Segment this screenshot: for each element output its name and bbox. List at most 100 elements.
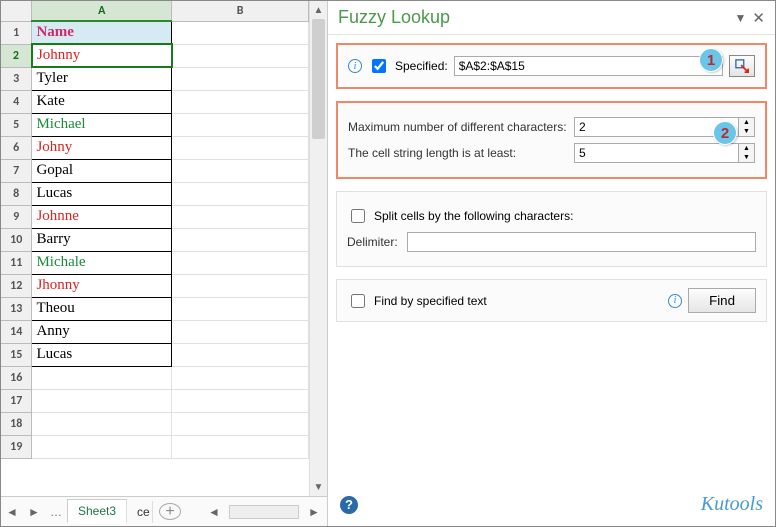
row-header[interactable]: 5 [1, 113, 32, 136]
column-header[interactable]: A [32, 1, 172, 21]
tab-nav-more[interactable]: … [45, 505, 67, 519]
cell[interactable] [172, 320, 309, 343]
cell[interactable]: Lucas [32, 182, 172, 205]
cell[interactable] [172, 182, 309, 205]
hscroll-track[interactable] [229, 505, 299, 519]
cell[interactable] [172, 136, 309, 159]
cell[interactable]: Anny [32, 320, 172, 343]
spin-up-icon[interactable]: ▲ [739, 144, 754, 153]
cell[interactable]: Tyler [32, 67, 172, 90]
row-header[interactable]: 6 [1, 136, 32, 159]
panel-dropdown-icon[interactable]: ▼ [735, 11, 747, 25]
params-section: Maximum number of different characters: … [336, 101, 767, 179]
add-sheet-button[interactable]: + [159, 503, 181, 520]
brand-logo: Kutools [701, 493, 763, 516]
specified-checkbox[interactable] [372, 59, 386, 73]
split-checkbox[interactable] [351, 209, 365, 223]
row-header[interactable]: 2 [1, 44, 32, 67]
hscroll-left[interactable]: ◄ [205, 505, 223, 519]
row-header[interactable]: 14 [1, 320, 32, 343]
cell[interactable]: Michael [32, 113, 172, 136]
cell[interactable] [32, 366, 172, 389]
spin-down-icon[interactable]: ▼ [739, 127, 754, 136]
specified-range-input[interactable] [454, 56, 723, 76]
scroll-up-icon[interactable]: ▲ [310, 1, 327, 19]
row-header[interactable]: 19 [1, 435, 32, 458]
scroll-thumb[interactable] [312, 19, 325, 139]
sheet-tab-active[interactable]: Sheet3 [67, 499, 127, 524]
cell[interactable] [172, 251, 309, 274]
find-button[interactable]: Find [688, 288, 756, 313]
tab-nav-next[interactable]: ► [23, 505, 45, 519]
cell[interactable]: Michale [32, 251, 172, 274]
row-header[interactable]: 18 [1, 412, 32, 435]
cell[interactable]: Gopal [32, 159, 172, 182]
cell[interactable]: Barry [32, 228, 172, 251]
cell[interactable] [172, 366, 309, 389]
row-header[interactable]: 17 [1, 389, 32, 412]
row-header[interactable]: 1 [1, 21, 32, 44]
close-icon[interactable]: ✕ [752, 9, 765, 27]
cell[interactable]: Lucas [32, 343, 172, 366]
findby-label: Find by specified text [374, 294, 662, 308]
cell[interactable]: Johnne [32, 205, 172, 228]
cell[interactable] [172, 159, 309, 182]
row-header[interactable]: 12 [1, 274, 32, 297]
row-header[interactable]: 3 [1, 67, 32, 90]
cell[interactable] [172, 297, 309, 320]
min-len-input[interactable] [574, 143, 739, 163]
help-icon[interactable]: ? [340, 496, 358, 514]
cell[interactable] [172, 435, 309, 458]
row-header[interactable]: 15 [1, 343, 32, 366]
cell[interactable]: Name [32, 21, 172, 44]
grid[interactable]: AB 1Name2Johnny3Tyler4Kate5Michael6Johny7… [1, 1, 309, 496]
cell[interactable] [172, 274, 309, 297]
cell[interactable]: Kate [32, 90, 172, 113]
findby-section: Find by specified text i Find [336, 279, 767, 322]
cell[interactable] [172, 113, 309, 136]
split-section: Split cells by the following characters:… [336, 191, 767, 267]
spin-down-icon[interactable]: ▼ [739, 153, 754, 162]
max-diff-label: Maximum number of different characters: [348, 120, 568, 134]
cell[interactable] [172, 205, 309, 228]
panel-footer: ? Kutools [328, 485, 775, 526]
cell[interactable] [172, 389, 309, 412]
cell[interactable]: Johnny [32, 44, 172, 67]
hscroll-right[interactable]: ► [305, 505, 323, 519]
row-header[interactable]: 11 [1, 251, 32, 274]
row-header[interactable]: 8 [1, 182, 32, 205]
findby-checkbox[interactable] [351, 294, 365, 308]
row-header[interactable]: 10 [1, 228, 32, 251]
cell[interactable] [32, 389, 172, 412]
min-len-label: The cell string length is at least: [348, 146, 568, 160]
scroll-down-icon[interactable]: ▼ [310, 478, 327, 496]
row-header[interactable]: 7 [1, 159, 32, 182]
sheet-tab-next[interactable]: ce [127, 501, 153, 523]
range-picker-button[interactable] [729, 55, 755, 77]
cell[interactable] [172, 343, 309, 366]
row-header[interactable]: 9 [1, 205, 32, 228]
cell[interactable]: Jhonny [32, 274, 172, 297]
info-icon[interactable]: i [348, 59, 362, 73]
cell[interactable]: Johny [32, 136, 172, 159]
cell[interactable] [172, 228, 309, 251]
row-header[interactable]: 16 [1, 366, 32, 389]
delimiter-label: Delimiter: [347, 235, 401, 249]
row-header[interactable]: 4 [1, 90, 32, 113]
cell[interactable] [172, 21, 309, 44]
column-header[interactable]: B [172, 1, 309, 21]
cell[interactable] [172, 44, 309, 67]
cell[interactable] [32, 412, 172, 435]
tab-nav-prev[interactable]: ◄ [1, 505, 23, 519]
delimiter-input[interactable] [407, 232, 756, 252]
cell[interactable] [32, 435, 172, 458]
row-header[interactable]: 13 [1, 297, 32, 320]
cell[interactable]: Theou [32, 297, 172, 320]
specified-label: Specified: [395, 59, 448, 73]
cell[interactable] [172, 67, 309, 90]
cell[interactable] [172, 412, 309, 435]
vertical-scrollbar[interactable]: ▲ ▼ [309, 1, 327, 496]
spin-up-icon[interactable]: ▲ [739, 118, 754, 127]
info-icon[interactable]: i [668, 294, 682, 308]
cell[interactable] [172, 90, 309, 113]
